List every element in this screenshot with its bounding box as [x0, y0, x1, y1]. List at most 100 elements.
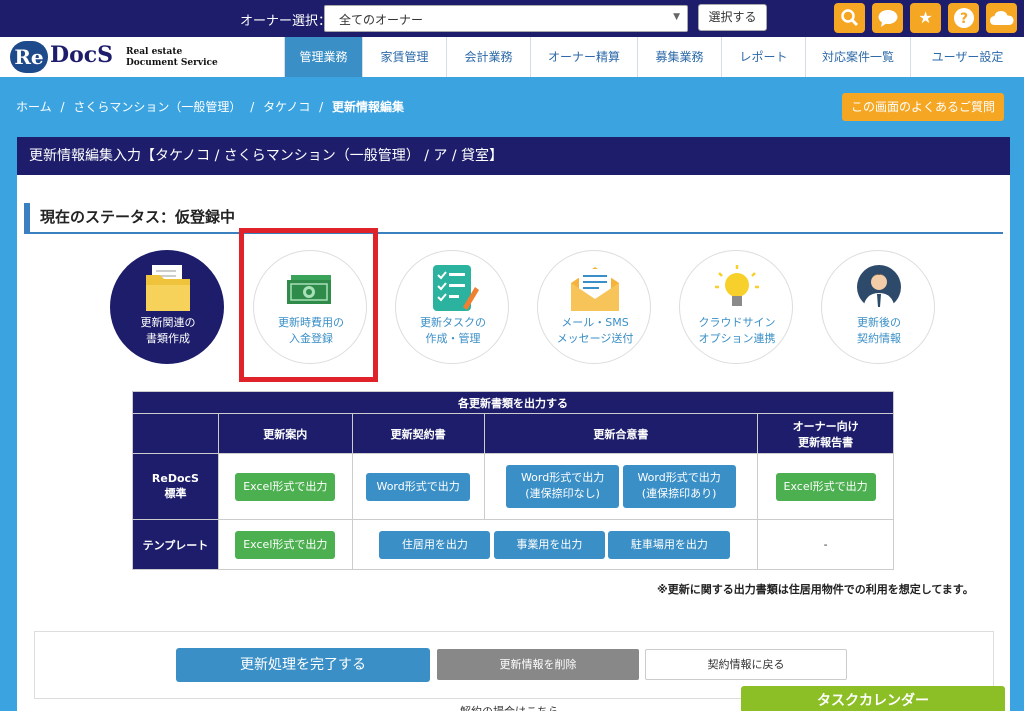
parking-output-button[interactable]: 駐車場用を出力 — [608, 530, 731, 559]
agreement-word-seal-button[interactable]: Word形式で出力 (連保捺印あり) — [622, 465, 736, 508]
circle-label-line1: 更新タスクの — [420, 316, 486, 329]
circle-label-line2: 書類作成 — [146, 332, 190, 345]
circle-message-send[interactable]: メール・SMS メッセージ送付 — [537, 250, 651, 364]
delete-renewal-button[interactable]: 更新情報を削除 — [437, 649, 639, 680]
agreement-word-no-seal-button[interactable]: Word形式で出力 (連保捺印なし) — [506, 465, 620, 508]
col-header: 更新契約書 — [351, 413, 485, 454]
button-line2: (連保捺印あり) — [641, 487, 717, 500]
circle-label: 更新タスクの 作成・管理 — [396, 315, 510, 347]
breadcrumb-separator: / — [60, 100, 65, 114]
table-row: ReDocS 標準 Excel形式で出力 Word形式で出力 Word形式で出力 (… — [132, 453, 894, 520]
col-header: 更新合意書 — [483, 413, 759, 454]
col-header: オーナー向け 更新報告書 — [757, 413, 894, 454]
row-header: ReDocS 標準 — [132, 453, 219, 520]
breadcrumb-separator: / — [319, 100, 324, 114]
circle-label-line2: メッセージ送付 — [556, 332, 634, 345]
help-icon[interactable]: ? — [948, 3, 979, 33]
circle-label: 更新後の 契約情報 — [822, 315, 936, 347]
owner-report-excel-button[interactable]: Excel形式で出力 — [775, 472, 876, 501]
circle-label-line1: 更新関連の — [140, 316, 196, 329]
circle-label-line1: メール・SMS — [561, 316, 629, 329]
nav-tab-cases[interactable]: 対応案件一覧 — [805, 37, 910, 77]
nav-tab-management[interactable]: 管理業務 — [284, 37, 362, 77]
breadcrumb-separator: / — [250, 100, 255, 114]
table-row: テンプレート Excel形式で出力 住居用を出力 事業用を出力 駐車場用を出力 … — [132, 519, 894, 570]
nav-tab-report[interactable]: レポート — [721, 37, 805, 77]
nav-tab-user-settings[interactable]: ユーザー設定 — [910, 37, 1024, 77]
table-cell: Word形式で出力 — [351, 453, 485, 520]
main-nav-bar: Re DocS Real estate Document Service 管理業… — [0, 37, 1024, 77]
output-table: 各更新書類を出力する 更新案内 更新契約書 更新合意書 オーナー向け 更新報告書 … — [132, 391, 894, 570]
row-header-line1: ReDocS — [151, 472, 199, 485]
logo-docs: DocS — [50, 42, 114, 68]
table-cell: Word形式で出力 (連保捺印なし) Word形式で出力 (連保捺印あり) — [483, 453, 759, 520]
owner-select-button[interactable]: 選択する — [698, 4, 767, 31]
table-corner — [132, 413, 219, 454]
nav-tabs: 管理業務 家賃管理 会計業務 オーナー精算 募集業務 レポート 対応案件一覧 ユ… — [284, 37, 1024, 77]
guide-excel-button[interactable]: Excel形式で出力 — [235, 472, 336, 501]
circle-label-line1: クラウドサイン — [698, 316, 776, 329]
button-line2: (連保捺印なし) — [525, 487, 600, 500]
circle-label-line2: オプション連携 — [698, 332, 776, 345]
breadcrumb: ホーム / さくらマンション（一般管理） / タケノコ / 更新情報編集 — [16, 98, 409, 115]
row-header-line2: 標準 — [164, 487, 187, 500]
row-header: テンプレート — [132, 519, 219, 570]
table-cell: Excel形式で出力 — [217, 453, 353, 520]
circle-cloudsign[interactable]: クラウドサイン オプション連携 — [679, 250, 793, 364]
owner-select[interactable]: 全てのオーナー ▼ — [324, 5, 688, 32]
page-title: 更新情報編集入力【タケノコ / さくらマンション（一般管理） / ア / 貸室】 — [17, 137, 1010, 175]
nav-tab-recruitment[interactable]: 募集業務 — [637, 37, 721, 77]
back-to-contract-button[interactable]: 契約情報に戻る — [645, 649, 847, 680]
faq-button[interactable]: この画面のよくあるご質問 — [842, 93, 1004, 121]
table-cell: Excel形式で出力 — [217, 519, 353, 570]
circle-label-line2: 作成・管理 — [425, 332, 481, 345]
folder-icon — [146, 265, 190, 311]
business-output-button[interactable]: 事業用を出力 — [493, 530, 605, 559]
mail-icon — [571, 267, 619, 311]
table-caption: 各更新書類を出力する — [132, 391, 894, 414]
template-guide-excel-button[interactable]: Excel形式で出力 — [235, 530, 336, 559]
redocs-logo[interactable]: Re DocS Real estate Document Service — [8, 40, 228, 74]
logo-sub-line1: Real estate — [126, 47, 183, 57]
breadcrumb-home[interactable]: ホーム — [16, 100, 52, 114]
search-icon[interactable] — [834, 3, 865, 33]
bulb-icon — [715, 265, 759, 306]
table-cell: - — [757, 519, 894, 570]
cloud-icon[interactable] — [986, 3, 1017, 33]
highlight-box — [239, 228, 378, 382]
chevron-down-icon: ▼ — [673, 12, 680, 22]
nav-tab-accounting[interactable]: 会計業務 — [446, 37, 530, 77]
chat-icon[interactable] — [872, 3, 903, 33]
checklist-icon — [433, 265, 479, 311]
circle-document-creation[interactable]: 更新関連の 書類作成 — [110, 250, 224, 364]
circle-contract-info[interactable]: 更新後の 契約情報 — [821, 250, 935, 364]
breadcrumb-property[interactable]: さくらマンション（一般管理） — [73, 100, 241, 114]
circle-label: メール・SMS メッセージ送付 — [538, 315, 652, 347]
table-cell: Excel形式で出力 — [757, 453, 894, 520]
circle-label-line1: 更新後の — [857, 316, 901, 329]
star-icon[interactable]: ★ — [910, 3, 941, 33]
breadcrumb-current: 更新情報編集 — [332, 100, 405, 114]
status-heading: 現在のステータス：仮登録中 — [24, 203, 1003, 234]
logo-subtitle: Real estate Document Service — [126, 47, 218, 69]
owner-select-label: オーナー選択： — [240, 14, 332, 29]
contract-word-button[interactable]: Word形式で出力 — [366, 472, 470, 501]
button-line1: Word形式で出力 — [520, 471, 605, 484]
person-icon — [857, 265, 901, 309]
circle-label: クラウドサイン オプション連携 — [680, 315, 794, 347]
cancellation-link[interactable]: 解約の場合はこちら — [460, 703, 559, 711]
task-calendar-button[interactable]: タスクカレンダー — [741, 686, 1005, 711]
svg-text:?: ? — [959, 11, 967, 27]
nav-tab-rent[interactable]: 家賃管理 — [362, 37, 446, 77]
logo-re: Re — [10, 41, 48, 73]
top-bar: オーナー選択： 全てのオーナー ▼ 選択する ★ ? — [0, 0, 1024, 37]
col-header: 更新案内 — [217, 413, 353, 454]
complete-renewal-button[interactable]: 更新処理を完了する — [176, 648, 430, 682]
residential-output-button[interactable]: 住居用を出力 — [379, 530, 491, 559]
col-header-line2: 更新報告書 — [798, 435, 854, 449]
circle-task-management[interactable]: 更新タスクの 作成・管理 — [395, 250, 509, 364]
nav-tab-owner-settlement[interactable]: オーナー精算 — [530, 37, 637, 77]
breadcrumb-tenant[interactable]: タケノコ — [263, 100, 310, 114]
owner-select-value: 全てのオーナー — [339, 13, 424, 27]
button-line1: Word形式で出力 — [637, 471, 721, 484]
